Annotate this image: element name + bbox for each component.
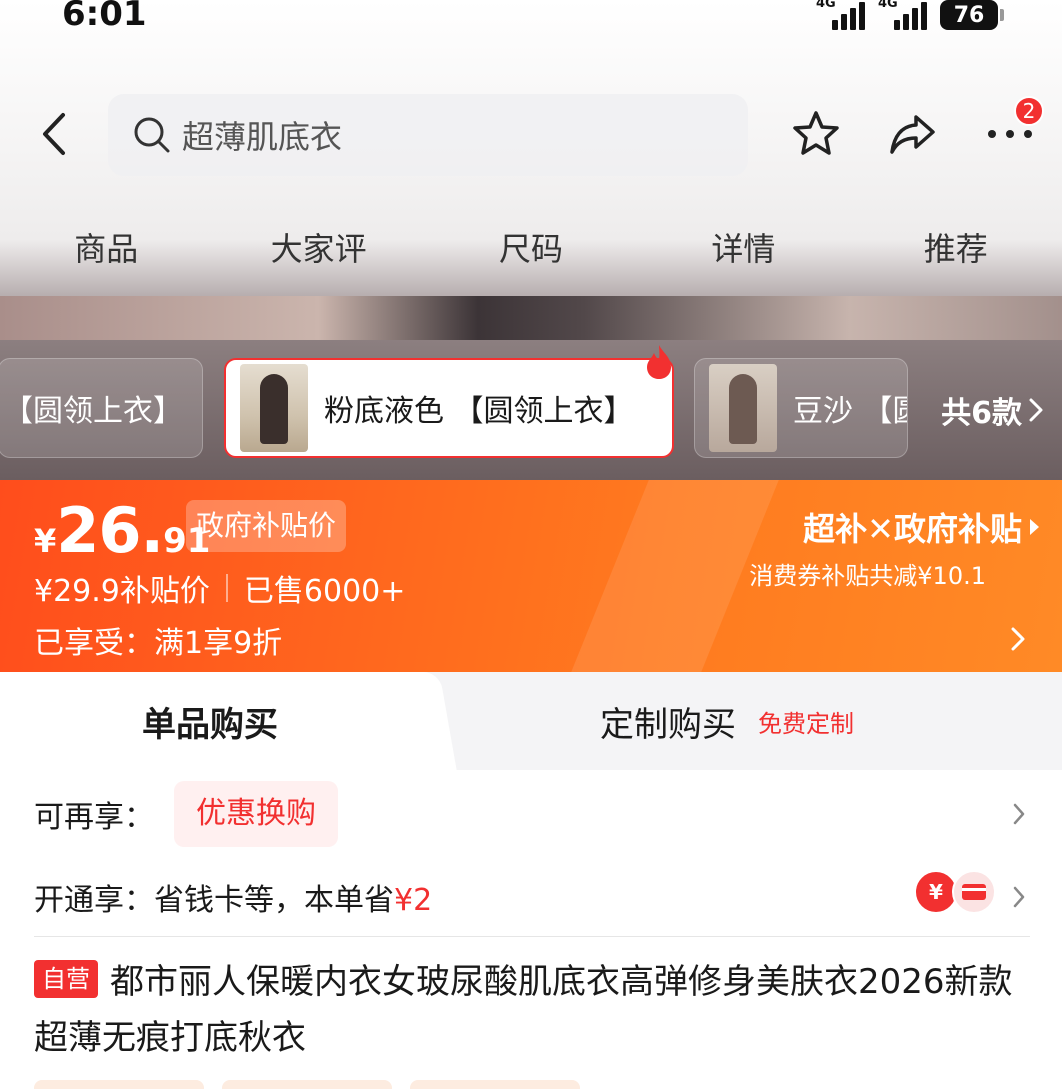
chevron-right-icon[interactable] — [1010, 626, 1026, 652]
purchase-mode-tabs: 单品购买 定制购买 免费定制 — [0, 672, 1062, 770]
chevron-right-icon — [1013, 803, 1025, 825]
variant-count: 共6款 — [941, 396, 1022, 431]
share-icon — [890, 115, 935, 154]
top-nav-bar: 超薄肌底衣 2 — [0, 92, 1062, 178]
favorite-button[interactable] — [788, 106, 844, 162]
membership-text: 开通享：省钱卡等，本单省 — [34, 883, 394, 918]
self-operated-badge: 自营 — [34, 960, 98, 998]
sold-count: 已售6000+ — [243, 574, 406, 609]
tab-size[interactable]: 尺码 — [425, 208, 637, 296]
product-title: 自营 都市丽人保暖内衣女玻尿酸肌底衣高弹修身美肤衣2026新款超薄无痕打底秋衣 — [34, 954, 1024, 1066]
gov-subsidy-tag: 政府补贴价 — [186, 500, 347, 552]
search-placeholder: 超薄肌底衣 — [182, 118, 343, 156]
coupon-subsidy-note: 消费券补贴共减¥10.1 — [749, 562, 986, 590]
free-custom-label: 免费定制 — [758, 709, 854, 738]
section-divider — [34, 936, 1030, 937]
price-integer: 26. — [56, 494, 164, 567]
variant-label: 【圆领上衣】 — [3, 394, 183, 429]
tag-chip[interactable] — [34, 1080, 204, 1089]
card-icon — [952, 870, 996, 914]
variant-option-selected[interactable]: 粉底液色 【圆领上衣】 — [224, 358, 674, 458]
benefit-label: 可再享： — [34, 800, 154, 835]
variant-selector: 【圆领上衣】 粉底液色 【圆领上衣】 豆沙 【圆 共6款 — [0, 340, 1062, 480]
chevron-right-icon — [1013, 886, 1025, 908]
caret-right-icon — [1030, 519, 1039, 535]
tag-chip[interactable] — [410, 1080, 580, 1089]
chevron-right-icon — [1029, 398, 1043, 422]
section-tabs: 商品 大家评 尺码 详情 推荐 — [0, 208, 1062, 296]
saved-amount: ¥2 — [394, 883, 433, 918]
tab-single-purchase[interactable]: 单品购买 — [0, 672, 420, 770]
variant-thumbnail — [240, 364, 308, 452]
chevron-left-icon — [43, 113, 65, 155]
network-type-1: 4G — [816, 0, 836, 11]
tag-chips-row — [34, 1080, 1034, 1089]
discount-enjoyed[interactable]: 已享受：满1享9折 — [34, 618, 282, 662]
hero-image-strip — [0, 296, 1062, 340]
star-icon — [793, 111, 839, 155]
super-subsidy-label: 超补✕政府补贴 — [803, 510, 1022, 548]
benefit-label: 开通享：省钱卡等，本单省¥2 — [34, 875, 432, 919]
price-currency: ¥ — [34, 522, 57, 560]
back-button[interactable] — [26, 106, 82, 162]
status-time: 6:01 — [62, 0, 147, 34]
more-button[interactable]: 2 — [982, 96, 1044, 162]
extra-benefit-row[interactable]: 可再享： 优惠换购 — [34, 780, 1030, 848]
tab-products[interactable]: 商品 — [0, 208, 212, 296]
current-price: ¥ 26. 91 — [34, 494, 210, 567]
search-input[interactable]: 超薄肌底衣 — [108, 94, 748, 176]
price-subline: ¥29.9补贴价 已售6000+ — [34, 566, 405, 610]
more-dots-icon — [988, 130, 1032, 138]
subsidy-price: ¥29.9补贴价 — [34, 574, 210, 609]
all-variants-link[interactable]: 共6款 — [941, 388, 1044, 432]
tab-details[interactable]: 详情 — [637, 208, 849, 296]
membership-card-icons: ¥ — [914, 870, 996, 914]
search-icon — [134, 117, 170, 153]
membership-benefit-row[interactable]: 开通享：省钱卡等，本单省¥2 ¥ — [34, 866, 1030, 928]
variant-option-prev[interactable]: 【圆领上衣】 — [0, 358, 203, 458]
tab-custom-purchase[interactable]: 定制购买 免费定制 — [600, 672, 854, 770]
signal-icon-1: 4G — [816, 0, 868, 30]
tab-reviews[interactable]: 大家评 — [212, 208, 424, 296]
tab-label: 单品购买 — [142, 704, 278, 745]
discount-swap-chip[interactable]: 优惠换购 — [174, 781, 338, 847]
status-bar: 6:01 4G 4G 76 — [0, 0, 1062, 36]
banner-decoration — [571, 480, 779, 672]
signal-icon-2: 4G — [878, 0, 930, 30]
variant-label: 粉底液色 【圆领上衣】 — [324, 394, 634, 429]
status-indicators: 4G 4G 76 — [816, 0, 1004, 30]
share-button[interactable] — [884, 106, 940, 162]
tab-recommend[interactable]: 推荐 — [850, 208, 1062, 296]
network-type-2: 4G — [878, 0, 898, 11]
variant-thumbnail — [709, 364, 777, 452]
super-subsidy-link[interactable]: 超补✕政府补贴 — [803, 504, 1040, 550]
notification-badge: 2 — [1014, 96, 1044, 126]
variant-option-next[interactable]: 豆沙 【圆 — [694, 358, 908, 458]
battery-icon: 76 — [940, 0, 1004, 30]
price-banner: ¥ 26. 91 政府补贴价 ¥29.9补贴价 已售6000+ 已享受：满1享9… — [0, 480, 1062, 672]
divider — [225, 574, 228, 602]
tag-chip[interactable] — [222, 1080, 392, 1089]
tab-label: 定制购买 — [600, 704, 736, 745]
product-title-text: 都市丽人保暖内衣女玻尿酸肌底衣高弹修身美肤衣2026新款超薄无痕打底秋衣 — [34, 962, 1013, 1058]
flame-icon — [647, 345, 671, 379]
variant-label: 豆沙 【圆 — [793, 394, 907, 429]
